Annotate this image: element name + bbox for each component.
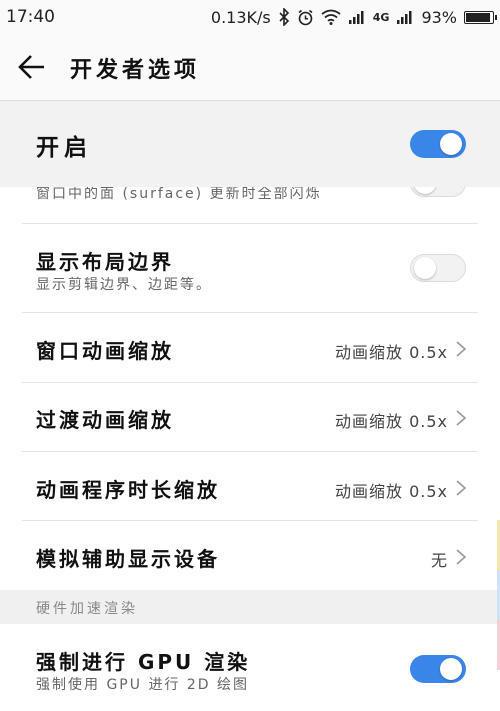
back-arrow-icon	[18, 55, 44, 79]
back-button[interactable]	[16, 53, 50, 81]
row-title: 模拟辅助显示设备	[36, 547, 220, 571]
row-title: 过渡动画缩放	[36, 408, 174, 432]
battery-percent: 93%	[421, 7, 457, 27]
list-item-transition-animation-scale[interactable]: 过渡动画缩放 动画缩放 0.5x	[0, 383, 500, 452]
row-title: 动画程序时长缩放	[36, 478, 220, 502]
wifi-icon	[321, 8, 341, 26]
row-value: 无	[430, 551, 448, 570]
bluetooth-icon	[278, 8, 290, 26]
list-item-layout-bounds[interactable]: 显示布局边界 显示剪辑边界、边距等。	[0, 224, 500, 313]
status-bar: 17:40 0.13K/s 4G 93%	[0, 0, 500, 34]
layout-bounds-toggle[interactable]	[410, 254, 466, 282]
master-toggle-switch[interactable]	[410, 130, 466, 158]
row-title: 强制进行 GPU 渲染	[36, 650, 251, 674]
section-label: 硬件加速渲染	[36, 601, 138, 617]
list-item-force-gpu-rendering[interactable]: 强制进行 GPU 渲染 强制使用 GPU 进行 2D 绘图	[0, 624, 500, 711]
alarm-icon	[297, 8, 314, 26]
row-value: 动画缩放 0.5x	[334, 343, 448, 362]
partial-row-text: 窗口中的面 (surface) 更新时全部闪烁	[36, 187, 322, 202]
row-value: 动画缩放 0.5x	[334, 412, 448, 431]
chevron-right-icon	[456, 549, 467, 565]
signal-icon	[396, 8, 414, 26]
page-title: 开发者选项	[70, 58, 201, 83]
master-toggle-row[interactable]: 开启	[0, 101, 500, 188]
row-subtitle: 强制使用 GPU 进行 2D 绘图	[36, 677, 250, 693]
app-header: 开发者选项	[0, 34, 500, 101]
row-value: 动画缩放 0.5x	[334, 482, 448, 501]
row-title: 显示布局边界	[36, 250, 174, 274]
status-time: 17:40	[6, 7, 55, 27]
status-icons: 0.13K/s 4G 93%	[210, 6, 497, 28]
list-item-simulate-secondary-display[interactable]: 模拟辅助显示设备 无	[0, 521, 500, 590]
chevron-right-icon	[456, 480, 467, 496]
row-title: 窗口动画缩放	[36, 339, 174, 363]
master-toggle-label: 开启	[36, 135, 92, 161]
signal-icon	[348, 8, 366, 26]
chevron-right-icon	[456, 341, 467, 357]
network-type: 4G	[372, 10, 390, 24]
list-item-partial[interactable]: 窗口中的面 (surface) 更新时全部闪烁	[0, 187, 500, 224]
force-gpu-toggle[interactable]	[410, 655, 466, 683]
chevron-right-icon	[456, 410, 467, 426]
row-subtitle: 显示剪辑边界、边距等。	[36, 277, 212, 293]
partial-row-toggle[interactable]	[410, 187, 466, 197]
network-speed: 0.13K/s	[210, 7, 271, 27]
list-item-window-animation-scale[interactable]: 窗口动画缩放 动画缩放 0.5x	[0, 313, 500, 383]
list-item-animator-duration-scale[interactable]: 动画程序时长缩放 动画缩放 0.5x	[0, 452, 500, 521]
battery-icon	[464, 10, 497, 24]
section-header-hardware-rendering: 硬件加速渲染	[0, 590, 500, 624]
